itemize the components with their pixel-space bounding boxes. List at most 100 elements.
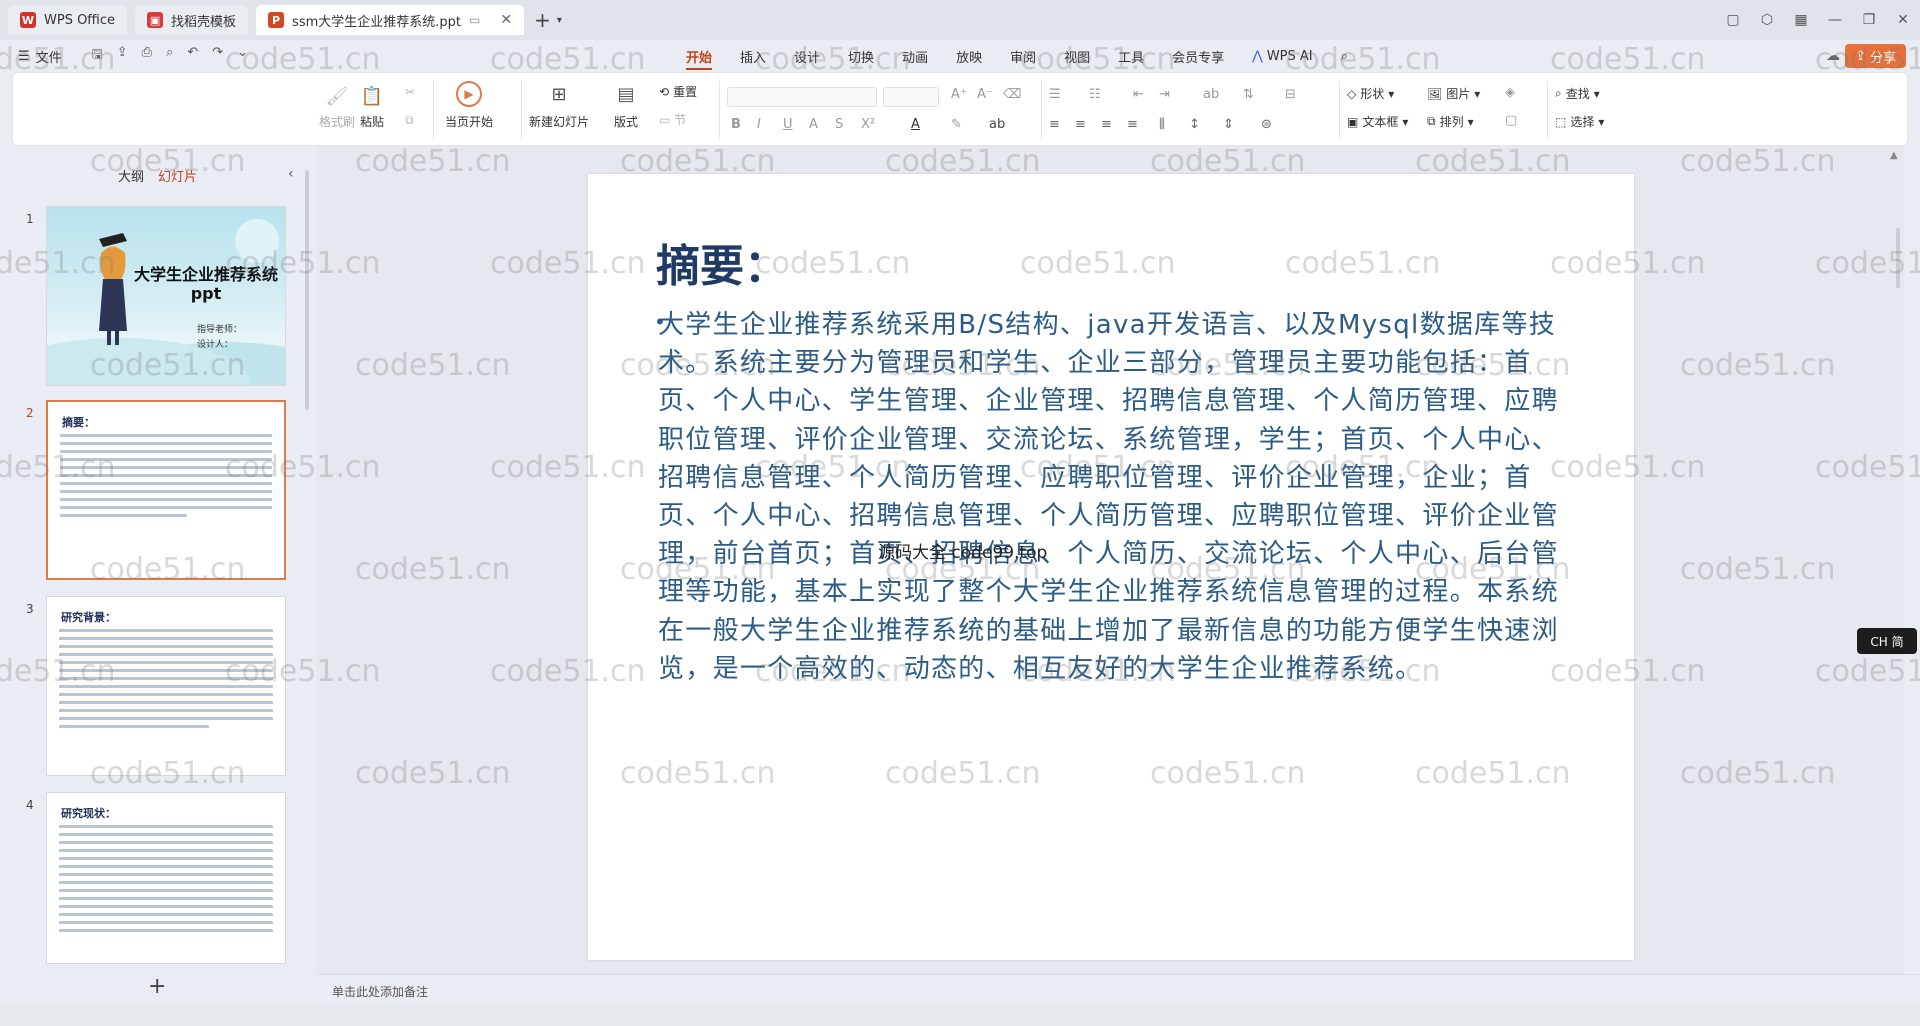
reset-button[interactable]: ⟲ 重置 xyxy=(659,83,697,100)
scroll-up-icon[interactable]: ▲ xyxy=(1890,150,1898,161)
slide-thumbnail-1[interactable]: 大学生企业推荐系统ppt 指导老师： 设计人： xyxy=(46,206,286,386)
export-icon[interactable]: ⇪ xyxy=(117,45,128,67)
align-right-icon[interactable]: ≡ xyxy=(1101,117,1112,132)
menu-transition[interactable]: 切换 xyxy=(834,40,888,72)
tab-wps-office[interactable]: W WPS Office xyxy=(8,5,128,35)
ime-indicator[interactable]: CH 简 xyxy=(1857,628,1917,654)
restore-icon[interactable]: ❐ xyxy=(1852,12,1886,28)
slide-thumbnail-3[interactable]: 研究背景： xyxy=(46,596,286,776)
select-button[interactable]: ⬚ 选择 ▾ xyxy=(1555,113,1604,130)
layout-icon[interactable]: ▢ xyxy=(1716,12,1750,28)
slide-body-text[interactable]: 大学生企业推荐系统采用B/S结构、java开发语言、以及Mysql数据库等技术。… xyxy=(658,306,1566,688)
search-icon[interactable]: ⌕ xyxy=(1327,40,1362,72)
new-tab-button[interactable]: + ▾ xyxy=(534,8,562,32)
find-button[interactable]: ⌕ 查找 ▾ xyxy=(1555,85,1600,102)
wps-ai-button[interactable]: ⋀ WPS AI xyxy=(1238,40,1326,72)
slide-thumbnail-2[interactable]: 摘要： xyxy=(46,400,286,580)
current-slide[interactable]: 摘要： • 大学生企业推荐系统采用B/S结构、java开发语言、以及Mysql数… xyxy=(588,174,1634,960)
menu-review[interactable]: 审阅 xyxy=(996,40,1050,72)
decrease-font-icon[interactable]: A⁻ xyxy=(977,87,993,102)
align-left-icon[interactable]: ≡ xyxy=(1049,117,1060,132)
slide-thumbnail-4[interactable]: 研究现状： xyxy=(46,792,286,964)
superscript-icon[interactable]: X² xyxy=(861,117,875,132)
format-painter-button[interactable]: 🖌 格式刷 xyxy=(319,83,355,130)
outline-icon[interactable]: ▢ xyxy=(1505,113,1517,128)
numbered-list-icon[interactable]: ☷ xyxy=(1089,87,1101,102)
cut-icon[interactable]: ✂ xyxy=(405,85,415,99)
tab-outline[interactable]: 大纲 xyxy=(118,166,144,185)
copy-icon[interactable]: ⧉ xyxy=(405,113,414,128)
thumb-line: 指导老师： xyxy=(197,325,243,335)
ppt-file-icon: P xyxy=(268,12,285,28)
font-color-icon[interactable]: A xyxy=(911,117,920,132)
line-spacing-icon[interactable]: ↕ xyxy=(1189,117,1200,132)
print-icon[interactable]: ⎙ xyxy=(142,45,152,67)
panel-scrollbar[interactable] xyxy=(305,170,309,410)
cloud-upload-icon[interactable]: ☁ xyxy=(1826,48,1840,64)
close-window-icon[interactable]: ✕ xyxy=(1886,12,1920,28)
tab-slides[interactable]: 幻灯片 xyxy=(158,166,197,185)
arrange-button[interactable]: ⧉ 排列 ▾ xyxy=(1427,113,1474,130)
columns-icon[interactable]: ⫼ xyxy=(1159,117,1165,132)
convert-smartart-icon[interactable]: ⊟ xyxy=(1285,87,1296,102)
picture-button[interactable]: 🖼 图片 ▾ xyxy=(1427,85,1480,102)
cube-icon[interactable]: ⬡ xyxy=(1750,12,1784,28)
shape-button[interactable]: ◇ 形状 ▾ xyxy=(1347,85,1394,102)
paragraph-spacing-icon[interactable]: ⇕ xyxy=(1223,117,1234,132)
char-spacing-icon[interactable]: ab xyxy=(989,117,1005,132)
justify-icon[interactable]: ≡ xyxy=(1127,117,1138,132)
sort-icon[interactable]: ⇅ xyxy=(1243,87,1254,102)
save-icon[interactable]: 🖫 xyxy=(92,45,103,67)
paste-button[interactable]: 📋 粘贴 xyxy=(359,83,385,130)
find-label: 查找 xyxy=(1565,87,1590,101)
start-current-slide-button[interactable]: ▶ 当页开始 xyxy=(445,81,493,130)
textbox-button[interactable]: ▣ 文本框 ▾ xyxy=(1347,113,1408,130)
outdent-icon[interactable]: ⇤ xyxy=(1133,87,1144,102)
indent-icon[interactable]: ⇥ xyxy=(1159,87,1170,102)
menu-view[interactable]: 视图 xyxy=(1050,40,1104,72)
close-tab-icon[interactable]: ✕ xyxy=(500,12,512,28)
underline-icon[interactable]: U xyxy=(783,117,793,132)
italic-icon[interactable]: I xyxy=(757,117,761,132)
chevron-down-icon: ▾ xyxy=(1467,114,1474,129)
align-center-icon[interactable]: ≡ xyxy=(1075,117,1086,132)
menu-home[interactable]: 开始 xyxy=(672,40,726,72)
notes-pane[interactable]: 单击此处添加备注 xyxy=(316,974,1920,1004)
share-button[interactable]: ⇪ 分享 xyxy=(1845,44,1906,68)
tab-docer[interactable]: ▣ 找稻壳模板 xyxy=(135,5,249,35)
highlight-icon[interactable]: ✎ xyxy=(951,117,962,132)
chevron-down-icon[interactable]: ▾ xyxy=(557,15,562,26)
undo-icon[interactable]: ↶ xyxy=(187,45,198,67)
redo-icon[interactable]: ↷ xyxy=(212,45,223,67)
print-preview-icon[interactable]: ⌕ xyxy=(166,45,173,67)
bold-icon[interactable]: B xyxy=(731,117,741,132)
layout-button[interactable]: ▤ 版式 xyxy=(613,81,639,130)
minimize-icon[interactable]: — xyxy=(1818,12,1852,28)
fill-icon[interactable]: ◈ xyxy=(1505,85,1515,100)
canvas-scrollbar[interactable] xyxy=(1896,228,1900,288)
increase-font-icon[interactable]: A⁺ xyxy=(951,87,967,102)
file-menu[interactable]: ☰ 文件 xyxy=(18,47,62,66)
menu-insert[interactable]: 插入 xyxy=(726,40,780,72)
clear-format-icon[interactable]: ⌫ xyxy=(1003,87,1021,102)
collapse-panel-icon[interactable]: ‹ xyxy=(288,166,294,182)
menu-design[interactable]: 设计 xyxy=(780,40,834,72)
section-button[interactable]: ▭ 节 xyxy=(659,111,686,128)
menu-tools[interactable]: 工具 xyxy=(1104,40,1158,72)
text-direction-icon[interactable]: ab xyxy=(1203,87,1219,102)
menu-slideshow[interactable]: 放映 xyxy=(942,40,996,72)
avatar-icon[interactable]: ▦ xyxy=(1784,12,1818,28)
menu-animation[interactable]: 动画 xyxy=(888,40,942,72)
tab-ppt-file[interactable]: P ssm大学生企业推荐系统.ppt ▭ ✕ xyxy=(256,5,525,35)
new-slide-button[interactable]: ⊞ 新建幻灯片 xyxy=(529,81,589,130)
menu-member[interactable]: 会员专享 xyxy=(1158,40,1238,72)
font-size-select[interactable] xyxy=(883,87,939,107)
add-slide-button[interactable]: + xyxy=(148,974,166,999)
bullet-list-icon[interactable]: ☰ xyxy=(1049,87,1061,102)
slide-title[interactable]: 摘要： xyxy=(656,230,788,294)
chevron-down-icon[interactable]: ⌄ xyxy=(237,45,248,67)
font-family-select[interactable] xyxy=(727,87,877,107)
text-align-icon[interactable]: ⊜ xyxy=(1261,117,1272,132)
shadow-icon[interactable]: S xyxy=(835,117,843,132)
strikethrough-icon[interactable]: A xyxy=(809,117,818,132)
